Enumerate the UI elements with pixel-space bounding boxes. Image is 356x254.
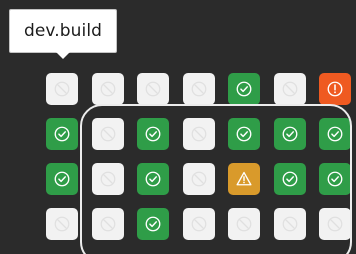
build-cell-skipped[interactable] [91, 73, 124, 105]
skip-circle-icon [191, 126, 206, 142]
build-row [46, 163, 351, 195]
check-circle-icon [54, 126, 70, 142]
build-row [46, 73, 351, 105]
build-cell-passed[interactable] [46, 163, 78, 195]
error-circle-icon [327, 81, 343, 97]
skip-circle-icon [100, 81, 115, 97]
build-cell-skipped[interactable] [91, 208, 124, 240]
build-cell-skipped[interactable] [273, 73, 306, 105]
build-cell-skipped[interactable] [182, 163, 215, 195]
build-cell-passed[interactable] [273, 163, 306, 195]
skip-circle-icon [282, 216, 297, 232]
check-circle-icon [236, 81, 252, 97]
check-circle-icon [327, 171, 343, 187]
check-circle-icon [54, 171, 70, 187]
build-cell-passed[interactable] [137, 208, 169, 240]
tooltip-pointer [56, 52, 70, 59]
build-cell-skipped[interactable] [228, 208, 260, 240]
check-circle-icon [327, 126, 343, 142]
build-cell-passed[interactable] [273, 118, 306, 150]
build-cell-passed[interactable] [137, 163, 169, 195]
build-cell-passed[interactable] [137, 118, 169, 150]
skip-circle-icon [327, 216, 343, 232]
check-circle-icon [236, 126, 252, 142]
build-cell-failed[interactable] [319, 73, 351, 105]
build-cell-skipped[interactable] [91, 163, 124, 195]
warning-triangle-icon [236, 171, 252, 186]
build-cell-skipped[interactable] [182, 208, 215, 240]
build-cell-skipped[interactable] [46, 208, 78, 240]
skip-circle-icon [191, 216, 206, 232]
skip-circle-icon [191, 81, 206, 97]
check-circle-icon [282, 171, 297, 187]
check-circle-icon [145, 216, 161, 232]
skip-circle-icon [100, 171, 115, 187]
build-cell-passed[interactable] [319, 118, 351, 150]
build-cell-passed[interactable] [319, 163, 351, 195]
build-cell-passed[interactable] [46, 118, 78, 150]
build-cell-warning[interactable] [228, 163, 260, 195]
skip-circle-icon [54, 81, 70, 97]
build-cell-skipped[interactable] [46, 73, 78, 105]
build-tooltip: dev.build [9, 9, 117, 53]
build-status-panel: dev.build [0, 0, 356, 254]
build-cell-skipped[interactable] [273, 208, 306, 240]
build-cell-skipped[interactable] [137, 73, 169, 105]
build-cell-passed[interactable] [228, 118, 260, 150]
build-cell-passed[interactable] [228, 73, 260, 105]
skip-circle-icon [54, 216, 70, 232]
build-row [46, 208, 351, 240]
skip-circle-icon [100, 216, 115, 232]
skip-circle-icon [100, 126, 115, 142]
check-circle-icon [145, 126, 161, 142]
build-cell-skipped[interactable] [182, 118, 215, 150]
skip-circle-icon [282, 81, 297, 97]
check-circle-icon [282, 126, 297, 142]
skip-circle-icon [236, 216, 252, 232]
skip-circle-icon [191, 171, 206, 187]
skip-circle-icon [145, 81, 161, 97]
build-cell-skipped[interactable] [319, 208, 351, 240]
tooltip-label: dev.build [23, 21, 103, 41]
build-row [46, 118, 351, 150]
build-cell-skipped[interactable] [182, 73, 215, 105]
build-cell-skipped[interactable] [91, 118, 124, 150]
check-circle-icon [145, 171, 161, 187]
